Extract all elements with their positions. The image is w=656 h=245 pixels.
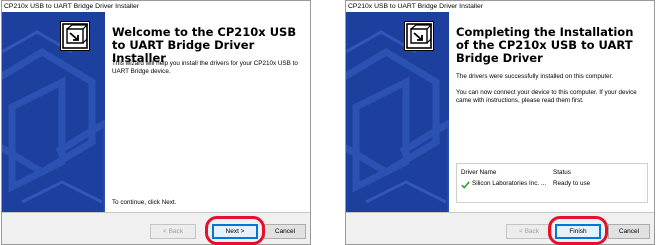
window-title: CP210x USB to UART Bridge Driver Install… xyxy=(2,1,310,12)
installer-box-icon xyxy=(60,21,90,51)
wizard-banner xyxy=(2,12,105,212)
next-button-highlight-circle xyxy=(205,216,265,245)
cancel-button[interactable]: Cancel xyxy=(264,224,306,239)
column-header-status: Status xyxy=(553,169,571,176)
continue-instruction: To continue, click Next. xyxy=(112,199,177,206)
welcome-description: This wizard will help you install the dr… xyxy=(112,60,298,75)
installer-box-icon xyxy=(404,21,434,51)
success-check-icon xyxy=(461,181,470,189)
wizard-footer: < Back Next > Cancel xyxy=(2,212,310,245)
wizard-footer: < Back Finish Cancel xyxy=(346,212,654,245)
back-button[interactable]: < Back xyxy=(150,224,196,239)
finish-button-highlight-circle xyxy=(548,216,608,245)
driver-name-cell: Silicon Laboratories Inc. ... xyxy=(472,180,547,187)
cancel-button[interactable]: Cancel xyxy=(608,224,650,239)
column-header-driver-name: Driver Name xyxy=(461,169,497,176)
welcome-wizard-window: CP210x USB to UART Bridge Driver Install… xyxy=(1,0,311,245)
connect-message: You can now connect your device to this … xyxy=(456,89,637,104)
window-title: CP210x USB to UART Bridge Driver Install… xyxy=(346,1,654,12)
driver-status-cell: Ready to use xyxy=(553,180,591,187)
driver-status-table: Driver Name Status Silicon Laboratories … xyxy=(456,163,648,203)
complete-wizard-window: CP210x USB to UART Bridge Driver Install… xyxy=(345,0,655,245)
wizard-banner xyxy=(346,12,449,212)
complete-heading: Completing the Installation of the CP210… xyxy=(456,25,634,65)
success-message: The drivers were successfully installed … xyxy=(456,73,614,80)
welcome-content: Welcome to the CP210x USB to UART Bridge… xyxy=(105,12,310,212)
back-button[interactable]: < Back xyxy=(506,224,552,239)
complete-content: Completing the Installation of the CP210… xyxy=(449,12,654,212)
